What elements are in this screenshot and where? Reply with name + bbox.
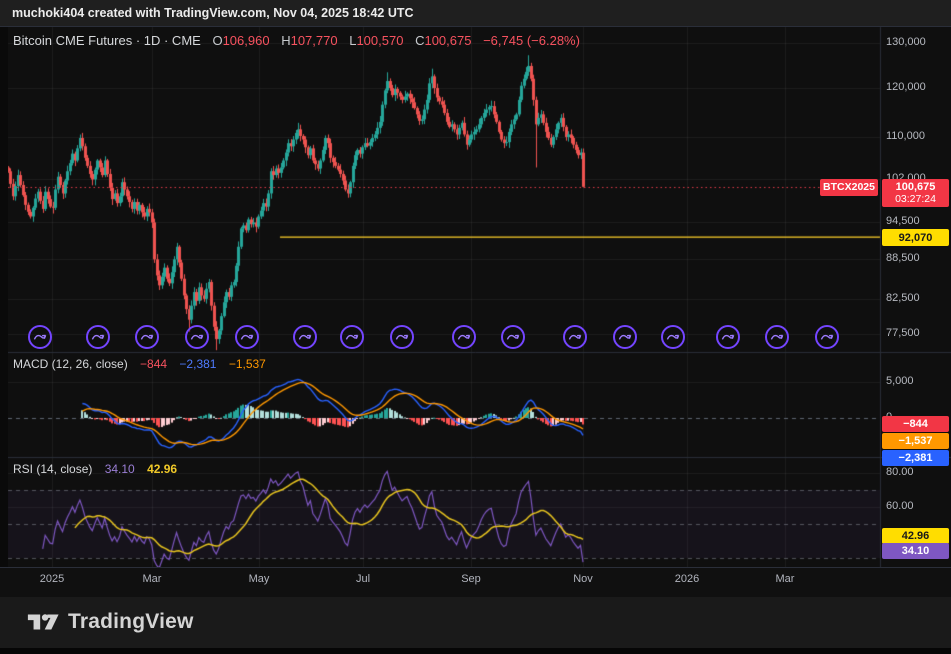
contract-rollover-marker[interactable] <box>716 325 740 349</box>
ohlc-high-label: H <box>281 33 290 48</box>
symbol-title: Bitcoin CME Futures · 1D · CME <box>13 33 201 48</box>
contract-rollover-marker[interactable] <box>28 325 52 349</box>
contract-rollover-marker[interactable] <box>613 325 637 349</box>
attribution-bar: muchoki404 created with TradingView.com,… <box>0 0 951 27</box>
tradingview-logo[interactable]: TradingView <box>26 608 194 636</box>
rsi-tick-label: 80.00 <box>886 466 914 478</box>
contract-rollover-marker[interactable] <box>86 325 110 349</box>
contract-rollover-marker[interactable] <box>452 325 476 349</box>
rollover-arrow-icon <box>344 329 360 345</box>
macd-tick-label: 5,000 <box>886 375 914 387</box>
symbol-legend[interactable]: Bitcoin CME Futures · 1D · CME O106,960 … <box>13 33 580 48</box>
price-tick-label: 94,500 <box>886 215 920 227</box>
rsi-value: 34.10 <box>105 462 135 476</box>
bar-countdown: 03:27:24 <box>882 193 949 205</box>
symbol-change: −6,745 (−6.28%) <box>483 33 580 48</box>
rollover-arrow-icon <box>297 329 313 345</box>
symbol-price-tag: BTCX2025 <box>820 179 878 196</box>
rsi-axis-tag: 34.10 <box>882 543 949 559</box>
ohlc-low-value: 100,570 <box>356 33 403 48</box>
time-axis-label: Sep <box>446 573 496 585</box>
rollover-arrow-icon <box>32 329 48 345</box>
ohlc-high-value: 107,770 <box>291 33 338 48</box>
ohlc-close-value: 100,675 <box>424 33 471 48</box>
rollover-arrow-icon <box>819 329 835 345</box>
contract-rollover-marker[interactable] <box>340 325 364 349</box>
rsi-tick-label: 60.00 <box>886 500 914 512</box>
ohlc-open-value: 106,960 <box>223 33 270 48</box>
last-price-value: 100,675 <box>882 181 949 193</box>
price-tick-label: 110,000 <box>886 130 925 142</box>
ohlc-open-label: O <box>212 33 222 48</box>
tradingview-logo-text: TradingView <box>68 610 194 634</box>
macd-title: MACD (12, 26, close) <box>13 357 128 371</box>
macd-axis-tag: −2,381 <box>882 450 949 466</box>
time-axis-label: Mar <box>760 573 810 585</box>
contract-rollover-marker[interactable] <box>501 325 525 349</box>
rsi-axis-tag: 42.96 <box>882 528 949 544</box>
price-tick-label: 88,500 <box>886 252 920 264</box>
rollover-arrow-icon <box>769 329 785 345</box>
rollover-arrow-icon <box>90 329 106 345</box>
last-price-tag: 100,67503:27:24 <box>882 179 949 207</box>
rollover-arrow-icon <box>139 329 155 345</box>
time-axis-label: Jul <box>338 573 388 585</box>
contract-rollover-marker[interactable] <box>563 325 587 349</box>
rsi-title: RSI (14, close) <box>13 462 92 476</box>
time-axis-label: Mar <box>127 573 177 585</box>
macd-legend[interactable]: MACD (12, 26, close) −844 −2,381 −1,537 <box>13 357 266 371</box>
tradingview-chart-window: muchoki404 created with TradingView.com,… <box>0 0 951 654</box>
price-tick-label: 120,000 <box>886 81 926 93</box>
rsi-ma-value: 42.96 <box>147 462 177 476</box>
rollover-arrow-icon <box>456 329 472 345</box>
macd-signal-value: −1,537 <box>229 357 266 371</box>
time-axis-label: May <box>234 573 284 585</box>
bottom-edge <box>0 648 951 654</box>
macd-axis-tag: −1,537 <box>882 433 949 449</box>
rollover-arrow-icon <box>239 329 255 345</box>
rsi-legend[interactable]: RSI (14, close) 34.10 42.96 <box>13 462 177 476</box>
macd-hist-value: −844 <box>140 357 167 371</box>
time-axis-label: 2025 <box>27 573 77 585</box>
contract-rollover-marker[interactable] <box>765 325 789 349</box>
rollover-arrow-icon <box>617 329 633 345</box>
rollover-arrow-icon <box>394 329 410 345</box>
contract-rollover-marker[interactable] <box>135 325 159 349</box>
rollover-arrow-icon <box>189 329 205 345</box>
yellow-level-tag: 92,070 <box>882 229 949 246</box>
price-tick-label: 77,500 <box>886 327 920 339</box>
rollover-arrow-icon <box>665 329 681 345</box>
time-axis-label: Nov <box>558 573 608 585</box>
contract-rollover-marker[interactable] <box>815 325 839 349</box>
price-tick-label: 130,000 <box>886 36 926 48</box>
price-tick-label: 82,500 <box>886 292 920 304</box>
attribution-text: muchoki404 created with TradingView.com,… <box>12 6 414 20</box>
contract-rollover-marker[interactable] <box>235 325 259 349</box>
contract-rollover-marker[interactable] <box>390 325 414 349</box>
left-margin <box>0 27 8 567</box>
contract-rollover-marker[interactable] <box>185 325 209 349</box>
tradingview-logo-icon <box>26 608 60 636</box>
macd-line-value: −2,381 <box>179 357 216 371</box>
rollover-arrow-icon <box>720 329 736 345</box>
macd-axis-tag: −844 <box>882 416 949 432</box>
contract-rollover-marker[interactable] <box>293 325 317 349</box>
rollover-arrow-icon <box>505 329 521 345</box>
time-axis-label: 2026 <box>662 573 712 585</box>
rollover-arrow-icon <box>567 329 583 345</box>
contract-rollover-marker[interactable] <box>661 325 685 349</box>
